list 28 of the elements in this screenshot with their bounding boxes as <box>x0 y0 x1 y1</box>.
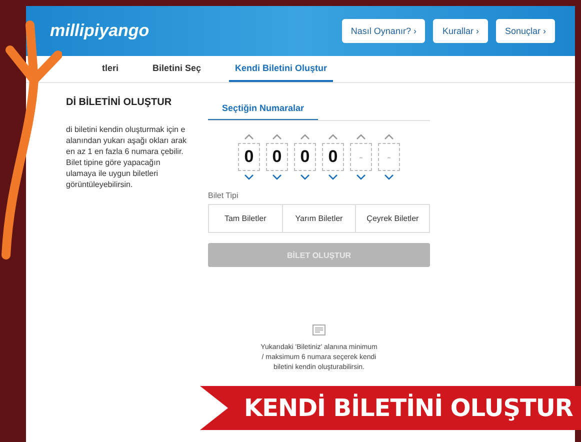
tab[interactable]: tleri <box>96 56 125 82</box>
down-arrow-icon[interactable] <box>244 174 254 181</box>
banner: KENDİ BİLETİNİ OLUŞTUR <box>200 386 581 430</box>
up-arrow-icon[interactable] <box>300 133 310 140</box>
down-arrow-icon[interactable] <box>300 174 310 181</box>
up-arrow-icon[interactable] <box>244 133 254 140</box>
down-arrow-icon[interactable] <box>384 174 394 181</box>
digit-field[interactable]: 0 <box>294 143 316 171</box>
up-arrow-icon[interactable] <box>272 133 282 140</box>
digit-field[interactable]: 0 <box>238 143 260 171</box>
digit-field[interactable]: 0 <box>322 143 344 171</box>
header-button[interactable]: Nasıl Oynanır? › <box>342 19 426 43</box>
logo[interactable]: millipiyango <box>50 21 150 41</box>
digit-field[interactable]: 0 <box>266 143 288 171</box>
down-arrow-icon[interactable] <box>272 174 282 181</box>
up-arrow-icon[interactable] <box>356 133 366 140</box>
numbers-tab[interactable]: Seçtiğin Numaralar <box>208 97 318 121</box>
header-button[interactable]: Sonuçlar › <box>496 19 555 43</box>
header-button[interactable]: Kurallar › <box>433 19 488 43</box>
up-arrow-icon[interactable] <box>328 133 338 140</box>
tab[interactable]: Kendi Biletini Oluştur <box>229 56 334 82</box>
tab[interactable]: Biletini Seç <box>146 56 208 82</box>
intro-text: di biletini kendin oluşturmak için e alanından yukarı aşağı okları arak en az 1 en fazla 6 numara çebilir. Bilet tipine göre yapacağın ulamaya ile uygun biletleri görüntüleyebilirsin. <box>66 124 188 190</box>
ticket-type-label: Bilet Tipi <box>208 191 240 200</box>
down-arrow-icon[interactable] <box>328 174 338 181</box>
up-arrow-icon[interactable] <box>384 133 394 140</box>
down-arrow-icon[interactable] <box>356 174 366 181</box>
section-title: Dİ BİLETİNİ OLUŞTUR <box>66 97 173 108</box>
